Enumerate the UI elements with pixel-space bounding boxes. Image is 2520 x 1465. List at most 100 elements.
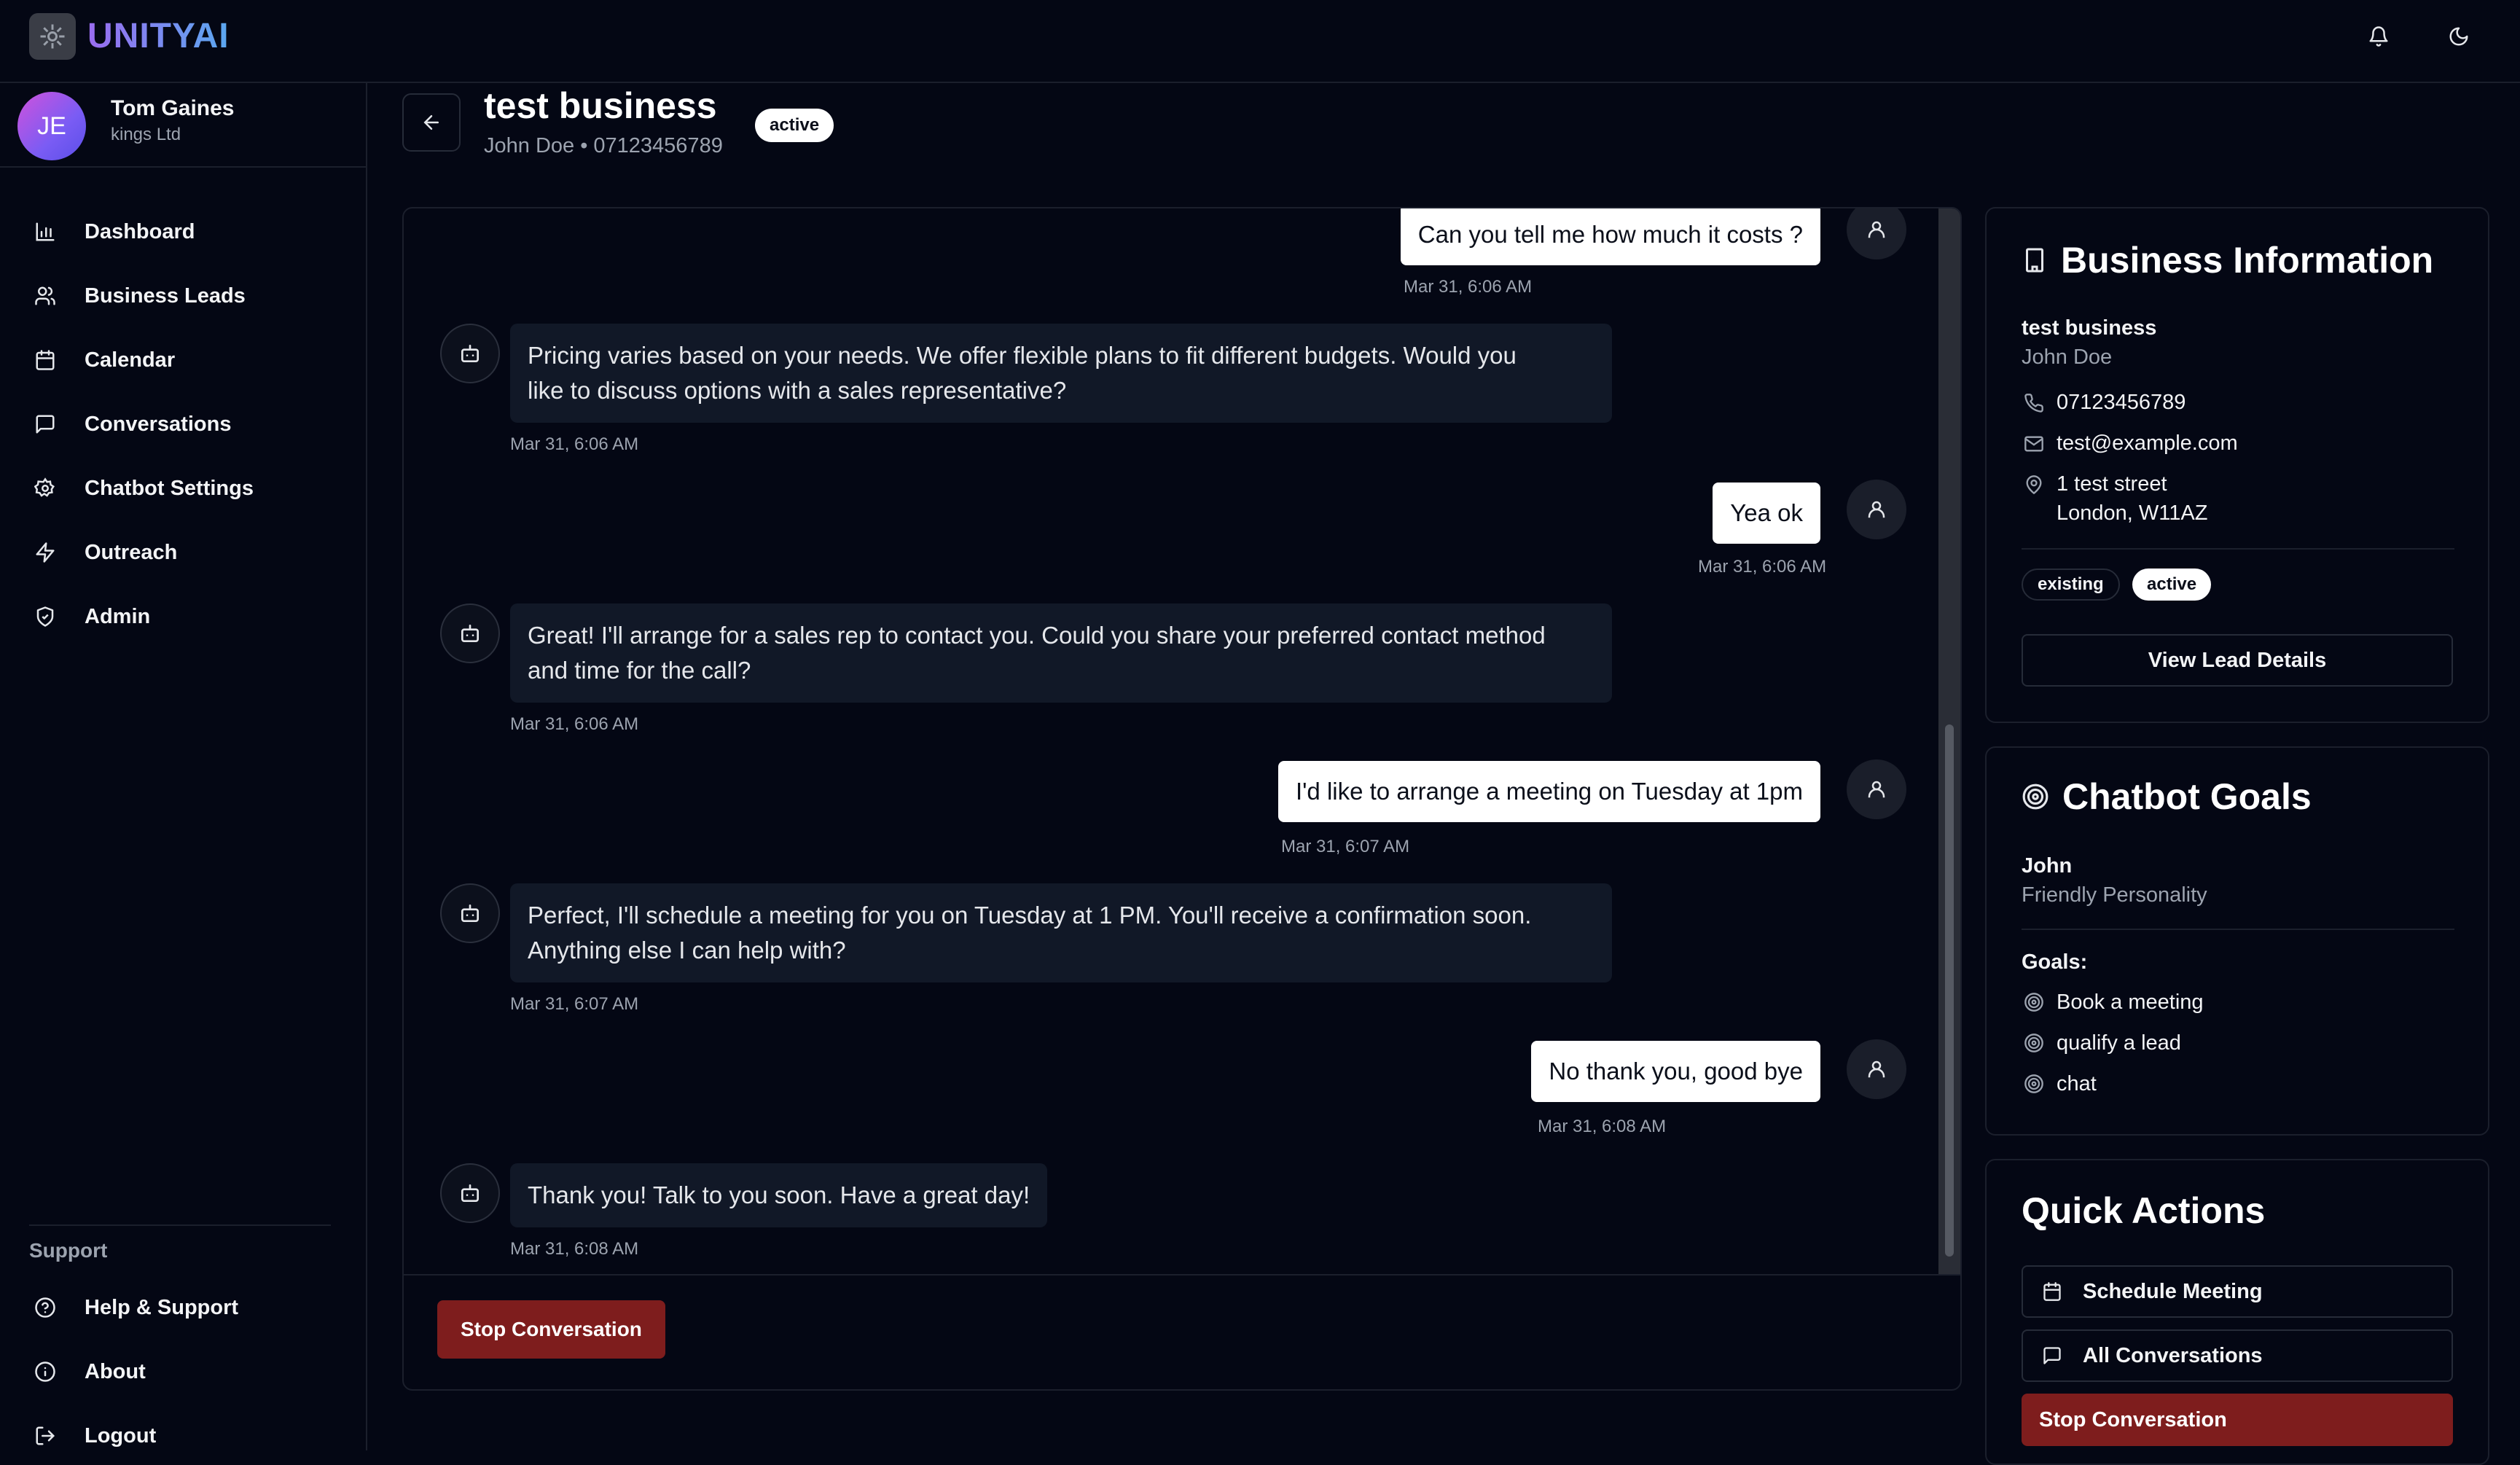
address-block: 1 test street London, W11AZ <box>2057 469 2207 528</box>
message-timestamp: Mar 31, 6:07 AM <box>510 994 639 1014</box>
shield-icon <box>32 603 58 630</box>
user-message: Can you tell me how much it costs ? <box>1400 208 1820 265</box>
goal-label: Book a meeting <box>2057 990 2204 1014</box>
sidebar-item-logout[interactable]: Logout <box>32 1414 156 1458</box>
business-name: test business <box>2022 316 2157 340</box>
card-title: Chatbot Goals <box>2022 776 2312 818</box>
bar-chart-icon <box>32 219 58 245</box>
message-line: Perfect, I'll schedule a meeting for you… <box>528 902 1532 929</box>
phone-row: 07123456789 <box>2022 391 2186 415</box>
goal-label: chat <box>2057 1071 2097 1095</box>
target-icon <box>2022 1071 2046 1096</box>
chat-panel: Can you tell me how much it costs ? Mar … <box>402 207 1962 1391</box>
chatbot-goals-card: Chatbot Goals John Friendly Personality … <box>1985 746 2489 1136</box>
bot-avatar-icon <box>440 883 500 943</box>
sidebar-item-chatbot-settings[interactable]: Chatbot Settings <box>32 466 254 510</box>
message-timestamp: Mar 31, 6:06 AM <box>1698 557 1827 577</box>
card-title: Business Information <box>2022 239 2433 281</box>
message-line: Anything else I can help with? <box>528 937 846 964</box>
message-list[interactable]: Can you tell me how much it costs ? Mar … <box>404 208 1940 1274</box>
avatar: JE <box>17 92 86 160</box>
phone-icon <box>2022 391 2046 415</box>
address-row: 1 test street London, W11AZ <box>2022 472 2207 528</box>
sidebar-item-calendar[interactable]: Calendar <box>32 338 175 382</box>
sidebar-item-label: Chatbot Settings <box>85 476 254 500</box>
message-line: Pricing varies based on your needs. We o… <box>528 342 1517 369</box>
goal-item: qualify a lead <box>2022 1031 2181 1055</box>
message-timestamp: Mar 31, 6:07 AM <box>1281 837 1410 856</box>
schedule-meeting-button[interactable]: Schedule Meeting <box>2022 1265 2453 1318</box>
map-pin-icon <box>2022 472 2046 497</box>
view-lead-details-button[interactable]: View Lead Details <box>2022 634 2453 687</box>
calendar-icon <box>32 347 58 373</box>
divider <box>2022 929 2454 930</box>
user-avatar-icon <box>1847 208 1906 259</box>
divider <box>29 1224 331 1226</box>
divider <box>2022 548 2454 550</box>
sidebar-item-label: Admin <box>85 604 151 628</box>
sidebar-item-label: About <box>85 1359 146 1383</box>
bot-avatar-icon <box>440 1163 500 1223</box>
user-message: I'd like to arrange a meeting on Tuesday… <box>1277 761 1820 822</box>
bot-message: Perfect, I'll schedule a meeting for you… <box>510 883 1612 982</box>
logo-icon <box>29 13 76 60</box>
user-profile[interactable]: JE Tom Gaines kings Ltd <box>0 83 366 168</box>
users-icon <box>32 283 58 309</box>
address-line: 1 test street <box>2057 472 2167 496</box>
contact-name: John Doe <box>2022 345 2113 369</box>
user-company: kings Ltd <box>111 125 181 144</box>
status-badge: active <box>755 109 834 142</box>
bot-name: John <box>2022 854 2073 878</box>
stop-conversation-button[interactable]: Stop Conversation <box>2022 1394 2453 1446</box>
message-line: like to discuss options with a sales rep… <box>528 377 1067 404</box>
message-line: Great! I'll arrange for a sales rep to c… <box>528 622 1546 649</box>
bot-message: Great! I'll arrange for a sales rep to c… <box>510 603 1612 703</box>
sidebar-item-about[interactable]: About <box>32 1350 146 1394</box>
message-icon <box>32 411 58 437</box>
scrollbar-thumb[interactable] <box>1945 724 1954 1257</box>
sidebar-item-outreach[interactable]: Outreach <box>32 531 177 574</box>
bot-message: Pricing varies based on your needs. We o… <box>510 324 1612 423</box>
message-timestamp: Mar 31, 6:06 AM <box>510 434 639 454</box>
sidebar-item-business-leads[interactable]: Business Leads <box>32 274 246 318</box>
button-label: All Conversations <box>2083 1343 2263 1367</box>
email-row: test@example.com <box>2022 431 2238 456</box>
sidebar: JE Tom Gaines kings Ltd Dashboard Busine… <box>0 83 367 1450</box>
logout-icon <box>32 1423 58 1449</box>
calendar-icon <box>2042 1281 2062 1302</box>
all-conversations-button[interactable]: All Conversations <box>2022 1329 2453 1382</box>
card-title-text: Quick Actions <box>2022 1190 2266 1231</box>
moon-icon[interactable] <box>2443 20 2475 52</box>
sidebar-item-label: Help & Support <box>85 1295 239 1319</box>
bot-message: Thank you! Talk to you soon. Have a grea… <box>510 1163 1048 1227</box>
user-message: No thank you, good bye <box>1531 1041 1820 1102</box>
message-timestamp: Mar 31, 6:08 AM <box>1538 1117 1667 1136</box>
gear-icon <box>32 475 58 501</box>
mail-icon <box>2022 431 2046 456</box>
stop-conversation-button[interactable]: Stop Conversation <box>437 1300 665 1359</box>
goals-heading: Goals: <box>2022 950 2088 974</box>
bot-personality: Friendly Personality <box>2022 883 2207 907</box>
sidebar-item-label: Outreach <box>85 540 178 564</box>
chat-footer: Stop Conversation <box>404 1274 1960 1389</box>
bot-avatar-icon <box>440 324 500 383</box>
sidebar-item-dashboard[interactable]: Dashboard <box>32 210 195 254</box>
message-timestamp: Mar 31, 6:08 AM <box>510 1239 639 1259</box>
sidebar-item-admin[interactable]: Admin <box>32 595 150 638</box>
target-icon <box>2022 990 2046 1015</box>
goal-item: chat <box>2022 1071 2097 1096</box>
message-line: Thank you! Talk to you soon. Have a grea… <box>528 1181 1030 1208</box>
user-message: Yea ok <box>1713 483 1820 544</box>
message-icon <box>2042 1345 2062 1366</box>
sidebar-item-conversations[interactable]: Conversations <box>32 402 231 446</box>
lead-type-badge: existing <box>2022 569 2120 601</box>
building-icon <box>2022 247 2048 273</box>
target-icon <box>2022 783 2049 810</box>
quick-actions-card: Quick Actions Schedule Meeting All Conve… <box>1985 1159 2489 1465</box>
sidebar-item-help-support[interactable]: Help & Support <box>32 1286 238 1329</box>
sidebar-item-label: Dashboard <box>85 219 195 243</box>
back-button[interactable] <box>402 93 461 152</box>
bell-icon[interactable] <box>2363 20 2395 52</box>
user-name: Tom Gaines <box>111 96 235 120</box>
page-subtitle: John Doe • 07123456789 <box>484 134 723 157</box>
